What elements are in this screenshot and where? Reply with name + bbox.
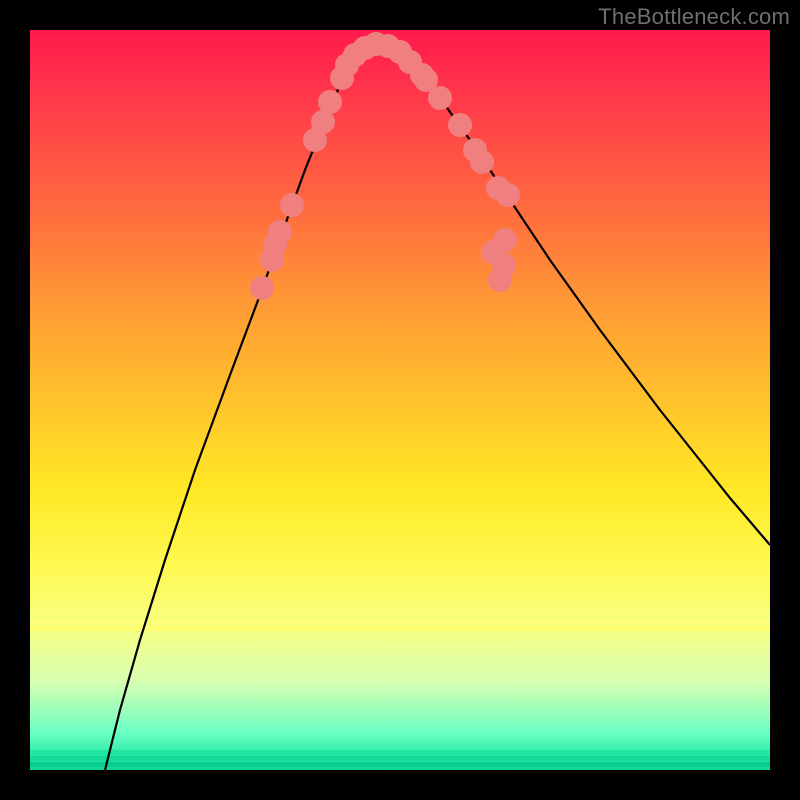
scatter-dot	[496, 183, 520, 207]
scatter-dot	[250, 276, 274, 300]
scatter-dot	[470, 150, 494, 174]
scatter-dot	[493, 228, 517, 252]
scatter-dot	[268, 220, 292, 244]
scatter-dot	[428, 86, 452, 110]
scatter-dot	[448, 113, 472, 137]
curve-left-arm	[105, 40, 370, 770]
scatter-dot	[318, 90, 342, 114]
chart-frame: TheBottleneck.com	[0, 0, 800, 800]
scatter-group	[250, 32, 520, 300]
plot-area	[30, 30, 770, 770]
curve-right-arm	[370, 40, 770, 545]
curve-svg	[30, 30, 770, 770]
watermark-text: TheBottleneck.com	[598, 4, 790, 30]
scatter-dot	[280, 193, 304, 217]
